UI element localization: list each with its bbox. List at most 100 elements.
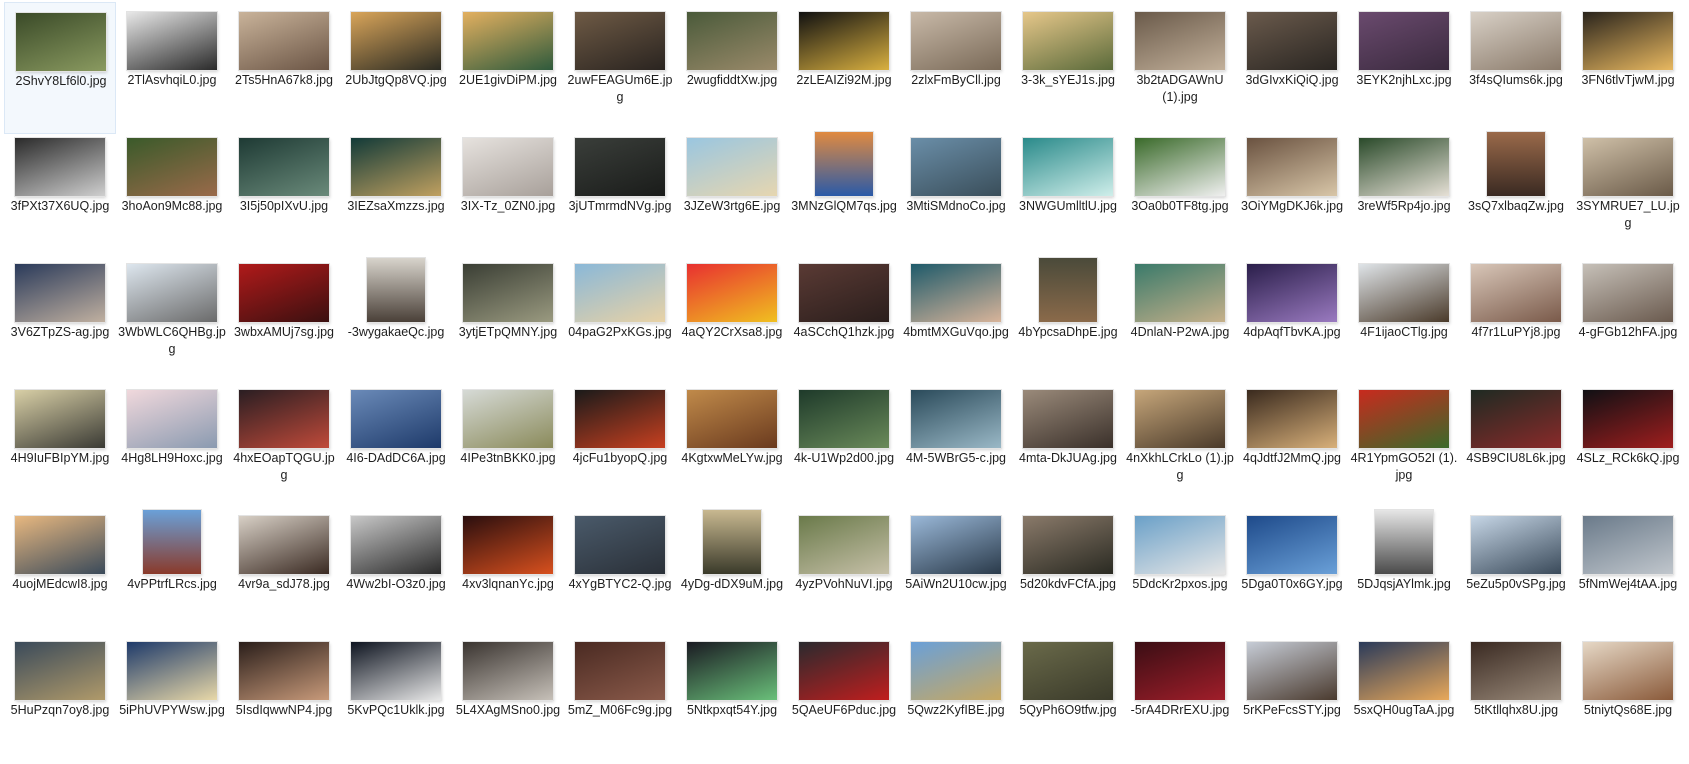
- file-item[interactable]: 4f7r1LuPYj8.jpg: [1460, 254, 1572, 386]
- image-thumbnail: [1471, 12, 1561, 70]
- file-item[interactable]: 5fNmWej4tAA.jpg: [1572, 506, 1684, 638]
- file-item[interactable]: 3jUTmrmdNVg.jpg: [564, 128, 676, 260]
- file-item[interactable]: 5KvPQc1Uklk.jpg: [340, 632, 452, 764]
- file-item[interactable]: 4mta-DkJUAg.jpg: [1012, 380, 1124, 512]
- file-item[interactable]: 2zLEAIZi92M.jpg: [788, 2, 900, 134]
- file-item[interactable]: 4KgtxwMeLYw.jpg: [676, 380, 788, 512]
- file-item[interactable]: 4dpAqfTbvKA.jpg: [1236, 254, 1348, 386]
- file-item[interactable]: 4F1ijaoCTlg.jpg: [1348, 254, 1460, 386]
- file-item[interactable]: 5Dga0T0x6GY.jpg: [1236, 506, 1348, 638]
- file-item[interactable]: 4Ww2bI-O3z0.jpg: [340, 506, 452, 638]
- file-item[interactable]: -5rA4DRrEXU.jpg: [1124, 632, 1236, 764]
- file-item[interactable]: 3dGIvxKiQiQ.jpg: [1236, 2, 1348, 134]
- file-item[interactable]: 3fPXt37X6UQ.jpg: [4, 128, 116, 260]
- file-item[interactable]: 3reWf5Rp4jo.jpg: [1348, 128, 1460, 260]
- file-grid[interactable]: 2ShvY8Lf6l0.jpg 2TlAsvhqiL0.jpg 2Ts5HnA67k…: [0, 0, 1689, 729]
- file-item[interactable]: 4qJdtfJ2MmQ.jpg: [1236, 380, 1348, 512]
- file-item[interactable]: 4Hg8LH9Hoxc.jpg: [116, 380, 228, 512]
- file-item[interactable]: 5QAeUF6Pduc.jpg: [788, 632, 900, 764]
- file-item[interactable]: 5mZ_M06Fc9g.jpg: [564, 632, 676, 764]
- file-item[interactable]: 3wbxAMUj7sg.jpg: [228, 254, 340, 386]
- file-item[interactable]: 4DnlaN-P2wA.jpg: [1124, 254, 1236, 386]
- file-item[interactable]: 4aSCchQ1hzk.jpg: [788, 254, 900, 386]
- file-item[interactable]: 4hxEOapTQGU.jpg: [228, 380, 340, 512]
- file-item[interactable]: 3b2tADGAWnU (1).jpg: [1124, 2, 1236, 134]
- file-item[interactable]: 4yzPVohNuVI.jpg: [788, 506, 900, 638]
- file-item[interactable]: 4nXkhLCrkLo (1).jpg: [1124, 380, 1236, 512]
- file-item[interactable]: 4bmtMXGuVqo.jpg: [900, 254, 1012, 386]
- file-item[interactable]: 5QyPh6O9tfw.jpg: [1012, 632, 1124, 764]
- file-item[interactable]: 4bYpcsaDhpE.jpg: [1012, 254, 1124, 386]
- file-item[interactable]: 4xYgBTYC2-Q.jpg: [564, 506, 676, 638]
- file-item[interactable]: 3-3k_sYEJ1s.jpg: [1012, 2, 1124, 134]
- file-item[interactable]: 5HuPzqn7oy8.jpg: [4, 632, 116, 764]
- file-item[interactable]: 4IPe3tnBKK0.jpg: [452, 380, 564, 512]
- file-item[interactable]: 3IX-Tz_0ZN0.jpg: [452, 128, 564, 260]
- file-item[interactable]: 5Ntkpxqt54Y.jpg: [676, 632, 788, 764]
- file-item[interactable]: 2UE1givDiPM.jpg: [452, 2, 564, 134]
- file-item[interactable]: 4I6-DAdDC6A.jpg: [340, 380, 452, 512]
- file-item[interactable]: 5AiWn2U10cw.jpg: [900, 506, 1012, 638]
- file-item[interactable]: 4aQY2CrXsa8.jpg: [676, 254, 788, 386]
- file-item[interactable]: 4vr9a_sdJ78.jpg: [228, 506, 340, 638]
- file-item[interactable]: 3EYK2njhLxc.jpg: [1348, 2, 1460, 134]
- file-item[interactable]: 2UbJtgQp8VQ.jpg: [340, 2, 452, 134]
- file-item[interactable]: 4yDg-dDX9uM.jpg: [676, 506, 788, 638]
- file-item[interactable]: 2Ts5HnA67k8.jpg: [228, 2, 340, 134]
- image-thumbnail: [15, 516, 105, 574]
- thumbnail-frame: [564, 506, 676, 574]
- file-item[interactable]: 3MNzGlQM7qs.jpg: [788, 128, 900, 260]
- file-item[interactable]: 5DdcKr2pxos.jpg: [1124, 506, 1236, 638]
- file-item[interactable]: 3Oa0b0TF8tg.jpg: [1124, 128, 1236, 260]
- file-item[interactable]: 3OiYMgDKJ6k.jpg: [1236, 128, 1348, 260]
- file-item[interactable]: 2TlAsvhqiL0.jpg: [116, 2, 228, 134]
- file-item[interactable]: 5DJqsjAYlmk.jpg: [1348, 506, 1460, 638]
- file-item[interactable]: 5tniytQs68E.jpg: [1572, 632, 1684, 764]
- file-item[interactable]: 4SLz_RCk6kQ.jpg: [1572, 380, 1684, 512]
- file-item[interactable]: 3SYMRUE7_LU.jpg: [1572, 128, 1684, 260]
- file-item[interactable]: 4xv3lqnanYc.jpg: [452, 506, 564, 638]
- file-name-label: 5QAeUF6Pduc.jpg: [791, 703, 897, 717]
- file-name-label: 3reWf5Rp4jo.jpg: [1357, 199, 1451, 213]
- file-item[interactable]: 3V6ZTpZS-ag.jpg: [4, 254, 116, 386]
- file-item[interactable]: 5L4XAgMSno0.jpg: [452, 632, 564, 764]
- file-item[interactable]: 4M-5WBrG5-c.jpg: [900, 380, 1012, 512]
- file-item[interactable]: 5eZu5p0vSPg.jpg: [1460, 506, 1572, 638]
- thumbnail-frame: [900, 506, 1012, 574]
- file-item[interactable]: 2ShvY8Lf6l0.jpg: [4, 2, 116, 134]
- file-item[interactable]: 4R1YpmGO52I (1).jpg: [1348, 380, 1460, 512]
- file-item[interactable]: 3I5j50pIXvU.jpg: [228, 128, 340, 260]
- file-item[interactable]: 3NWGUmlltlU.jpg: [1012, 128, 1124, 260]
- file-item[interactable]: 3FN6tlvTjwM.jpg: [1572, 2, 1684, 134]
- file-item[interactable]: 3JZeW3rtg6E.jpg: [676, 128, 788, 260]
- file-item[interactable]: 3sQ7xlbaqZw.jpg: [1460, 128, 1572, 260]
- file-item[interactable]: 5iPhUVPYWsw.jpg: [116, 632, 228, 764]
- file-item[interactable]: 3f4sQIums6k.jpg: [1460, 2, 1572, 134]
- file-item[interactable]: 5rKPeFcsSTY.jpg: [1236, 632, 1348, 764]
- file-item[interactable]: 4-gFGb12hFA.jpg: [1572, 254, 1684, 386]
- file-item[interactable]: 3hoAon9Mc88.jpg: [116, 128, 228, 260]
- file-item[interactable]: 2zlxFmByCll.jpg: [900, 2, 1012, 134]
- file-item[interactable]: 5IsdIqwwNP4.jpg: [228, 632, 340, 764]
- thumbnail-frame: [1012, 254, 1124, 322]
- file-item[interactable]: 4vPPtrfLRcs.jpg: [116, 506, 228, 638]
- file-item[interactable]: 5Qwz2KyfIBE.jpg: [900, 632, 1012, 764]
- file-item[interactable]: 4SB9CIU8L6k.jpg: [1460, 380, 1572, 512]
- file-item[interactable]: 4uojMEdcwI8.jpg: [4, 506, 116, 638]
- file-item[interactable]: 4k-U1Wp2d00.jpg: [788, 380, 900, 512]
- file-item[interactable]: 5sxQH0ugTaA.jpg: [1348, 632, 1460, 764]
- file-item[interactable]: 5tKtllqhx8U.jpg: [1460, 632, 1572, 764]
- file-item[interactable]: 4jcFu1byopQ.jpg: [564, 380, 676, 512]
- file-item[interactable]: 5d20kdvFCfA.jpg: [1012, 506, 1124, 638]
- file-item[interactable]: 3MtiSMdnoCo.jpg: [900, 128, 1012, 260]
- image-thumbnail: [1247, 516, 1337, 574]
- file-item[interactable]: 04paG2PxKGs.jpg: [564, 254, 676, 386]
- file-item[interactable]: 3WbWLC6QHBg.jpg: [116, 254, 228, 386]
- file-item[interactable]: 2uwFEAGUm6E.jpg: [564, 2, 676, 134]
- file-item[interactable]: 2wugfiddtXw.jpg: [676, 2, 788, 134]
- file-item[interactable]: -3wygakaeQc.jpg: [340, 254, 452, 386]
- file-item[interactable]: 3IEZsaXmzzs.jpg: [340, 128, 452, 260]
- file-item[interactable]: 3ytjETpQMNY.jpg: [452, 254, 564, 386]
- file-name-label: 3OiYMgDKJ6k.jpg: [1240, 199, 1344, 213]
- file-item[interactable]: 4H9IuFBIpYM.jpg: [4, 380, 116, 512]
